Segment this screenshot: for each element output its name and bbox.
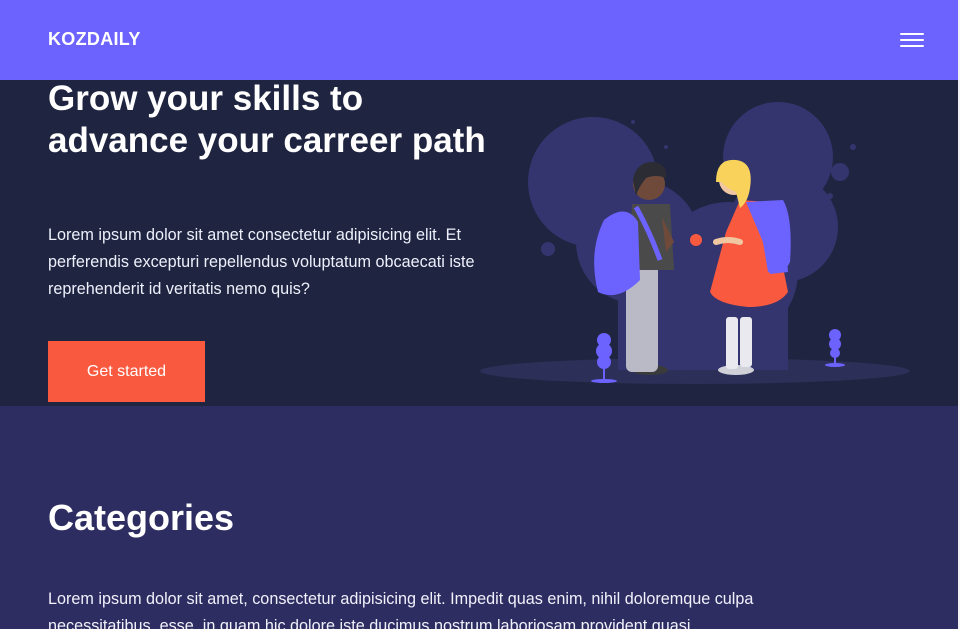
site-logo[interactable]: KOZDAILY bbox=[48, 29, 141, 50]
menu-bar bbox=[900, 45, 924, 47]
top-navbar: KOZDAILY bbox=[0, 0, 958, 80]
students-illustration bbox=[480, 102, 910, 384]
menu-bar bbox=[900, 39, 924, 41]
menu-bar bbox=[900, 33, 924, 35]
categories-title: Categories bbox=[48, 497, 235, 538]
categories-description: Lorem ipsum dolor sit amet, consectetur … bbox=[48, 590, 754, 629]
get-started-button[interactable]: Get started bbox=[48, 341, 205, 402]
hero-title: Grow your skills to advance your carreer… bbox=[48, 79, 486, 160]
hamburger-menu-icon[interactable] bbox=[898, 31, 926, 49]
hero-description: Lorem ipsum dolor sit amet consectetur a… bbox=[48, 226, 475, 298]
